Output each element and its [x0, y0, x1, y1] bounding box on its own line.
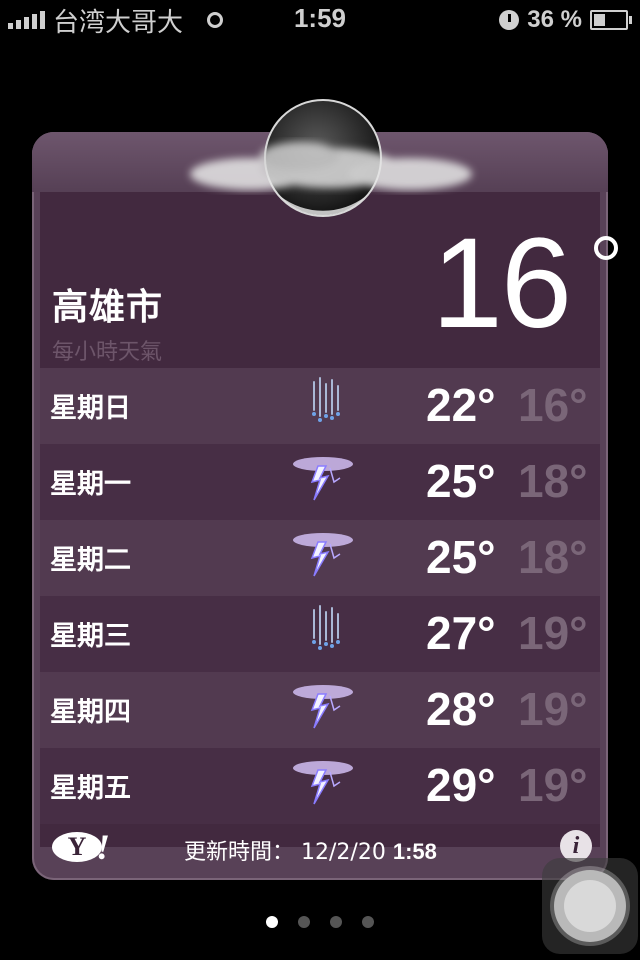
yahoo-logo[interactable]: Y — [52, 832, 102, 862]
thunderstorm-icon — [290, 680, 356, 740]
assistive-touch-inner — [564, 880, 616, 932]
forecast-row: 星期日 22° 16° — [40, 368, 600, 444]
degree-symbol — [594, 236, 618, 260]
status-bar: 台湾大哥大 1:59 36 % — [0, 0, 640, 40]
forecast-day: 星期四 — [50, 697, 131, 728]
forecast-high: 28° — [426, 683, 496, 735]
forecast-day: 星期日 — [50, 393, 131, 424]
battery-icon — [590, 10, 632, 30]
city-name: 高雄市 — [52, 287, 164, 328]
forecast-row: 星期一 25° 18° — [40, 444, 600, 520]
thunderstorm-icon — [290, 528, 356, 588]
forecast-day: 星期五 — [50, 773, 131, 804]
forecast-low: 18° — [518, 531, 588, 583]
forecast-low: 19° — [518, 759, 588, 811]
hourly-forecast-link[interactable]: 每小時天氣 — [52, 334, 163, 366]
forecast-day: 星期二 — [50, 545, 131, 576]
forecast-row: 星期三 27° 19° — [40, 596, 600, 672]
updated-time: 1:58 — [392, 839, 437, 864]
current-temperature: 16 — [431, 212, 572, 355]
forecast-high: 22° — [426, 379, 496, 431]
rain-icon — [290, 604, 356, 664]
card-footer: Y ! 更新時間： 12/2/20 1:58 i — [40, 826, 600, 872]
rain-icon — [290, 376, 356, 436]
assistive-touch-button[interactable] — [542, 858, 638, 954]
yahoo-logo-bang: ! — [96, 827, 111, 867]
forecast-high: 27° — [426, 607, 496, 659]
forecast-row: 星期四 28° 19° — [40, 672, 600, 748]
forecast-high: 25° — [426, 455, 496, 507]
page-dot[interactable] — [330, 916, 342, 928]
forecast-row: 星期五 29° 19° — [40, 748, 600, 824]
page-dot[interactable] — [266, 916, 278, 928]
battery-percent: 36 % — [527, 6, 582, 33]
forecast-low: 18° — [518, 455, 588, 507]
location-block: 高雄市 每小時天氣 — [52, 278, 163, 366]
forecast-high: 29° — [426, 759, 496, 811]
forecast-high: 25° — [426, 531, 496, 583]
forecast-list: 星期日 22° 16° 星期一 25° 18° 星期二 25° 18° 星期三 27° 19° 星期四 2… — [40, 368, 600, 824]
forecast-low: 19° — [518, 683, 588, 735]
moon-cloud-icon — [190, 99, 472, 217]
updated-label: 更新時間： — [184, 840, 295, 865]
thunderstorm-icon — [290, 756, 356, 816]
forecast-row: 星期二 25° 18° — [40, 520, 600, 596]
page-dot[interactable] — [362, 916, 374, 928]
forecast-low: 16° — [518, 379, 588, 431]
updated-date: 12/2/20 — [301, 840, 386, 865]
last-updated: 更新時間： 12/2/20 1:58 — [184, 834, 437, 866]
forecast-day: 星期三 — [50, 621, 131, 652]
clock-icon — [499, 10, 520, 30]
forecast-day: 星期一 — [50, 469, 131, 500]
page-dot[interactable] — [298, 916, 310, 928]
thunderstorm-icon — [290, 452, 356, 512]
forecast-low: 19° — [518, 607, 588, 659]
